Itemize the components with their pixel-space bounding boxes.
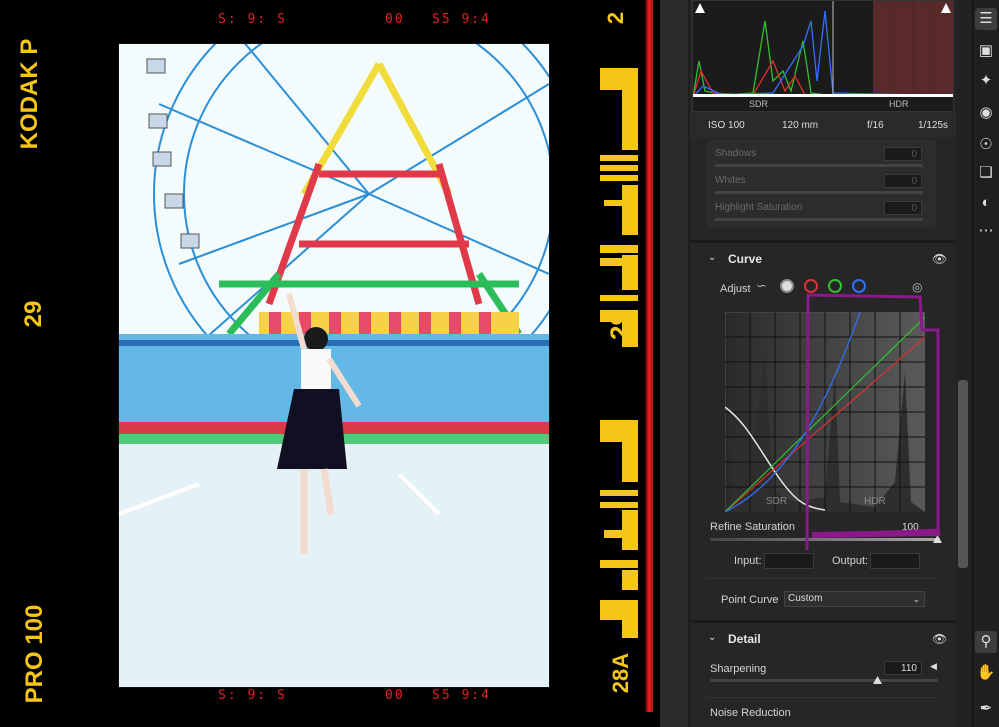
point-curve-label: Point Curve bbox=[721, 594, 779, 606]
crop-icon[interactable]: ▣ bbox=[975, 40, 997, 62]
whites-slider[interactable] bbox=[715, 191, 923, 194]
film-frame-number: 29 bbox=[20, 300, 47, 328]
film-red-code-bottom-2: 00 bbox=[385, 688, 405, 703]
hand-icon[interactable]: ✋ bbox=[975, 662, 997, 684]
film-red-code-bottom-3: S5 9:4 bbox=[432, 688, 491, 703]
histogram-hdr-label: HDR bbox=[889, 99, 909, 109]
divider bbox=[706, 697, 938, 698]
film-corner-number: 2 bbox=[603, 11, 629, 25]
film-red-code-top-1: S: 9: S bbox=[218, 12, 287, 27]
annotation-overlay bbox=[805, 293, 941, 551]
film-edge-barcode bbox=[600, 68, 638, 638]
point-curve-select-value: Custom bbox=[788, 593, 823, 604]
heal-icon[interactable]: ✦ bbox=[975, 70, 997, 92]
histogram-sdr-label: SDR bbox=[749, 99, 769, 109]
exif-row: ISO 100 120 mm f/16 1/125s bbox=[690, 112, 956, 138]
eyedropper-icon[interactable]: ✒ bbox=[975, 698, 997, 720]
sharpening-label: Sharpening bbox=[710, 663, 767, 675]
zoom-icon[interactable]: ⚲ bbox=[975, 631, 997, 653]
divider bbox=[706, 578, 938, 579]
edit-icon[interactable]: ☰ bbox=[975, 8, 997, 30]
point-curve-select[interactable]: Custom ⌄ bbox=[784, 591, 925, 607]
input-label: Input: bbox=[734, 555, 762, 567]
chevron-down-icon: ⌄ bbox=[912, 594, 920, 604]
detail-title[interactable]: Detail bbox=[728, 632, 761, 646]
parametric-curve-icon[interactable]: ∽ bbox=[756, 278, 772, 294]
exif-shutter: 1/125s bbox=[918, 120, 949, 131]
exif-focal: 120 mm bbox=[782, 120, 819, 131]
curve-visibility-eye-icon[interactable]: 👁 bbox=[932, 252, 947, 266]
exif-aperture: f/16 bbox=[867, 120, 884, 131]
shadows-label: Shadows bbox=[715, 148, 757, 159]
canvas-gutter bbox=[660, 0, 688, 727]
whites-label: Whites bbox=[715, 175, 746, 186]
noise-reduction-label: Noise Reduction bbox=[710, 707, 791, 719]
histogram-graph bbox=[693, 1, 953, 97]
more-icon[interactable]: ⋯ bbox=[975, 220, 997, 242]
sharpening-slider[interactable] bbox=[710, 679, 938, 682]
divider bbox=[690, 240, 956, 243]
mask-icon[interactable]: ◉ bbox=[975, 102, 997, 124]
sharpening-reset-icon[interactable]: ◀ bbox=[930, 661, 937, 672]
scrollbar-thumb[interactable] bbox=[958, 380, 968, 568]
detail-collapse-chevron[interactable]: ⌄ bbox=[708, 632, 716, 643]
image-canvas[interactable]: KODAK P 29 PRO 100 2 29 28A S: 9: S 00 S… bbox=[0, 0, 688, 727]
sharpening-value[interactable]: 110 bbox=[884, 661, 922, 675]
whites-value[interactable]: 0 bbox=[884, 174, 922, 188]
input-field[interactable] bbox=[764, 553, 814, 569]
highlight-saturation-slider[interactable] bbox=[715, 218, 923, 221]
output-field[interactable] bbox=[870, 553, 920, 569]
presets-icon[interactable]: ❏ bbox=[975, 162, 997, 184]
film-light-leak bbox=[645, 0, 653, 712]
histogram: SDR HDR bbox=[692, 0, 954, 112]
film-red-code-top-2: 00 bbox=[385, 12, 405, 27]
curve-title[interactable]: Curve bbox=[728, 252, 762, 266]
photo bbox=[118, 43, 550, 688]
detail-visibility-eye-icon[interactable]: 👁 bbox=[932, 632, 947, 646]
highlight-saturation-value[interactable]: 0 bbox=[884, 201, 922, 215]
photo-scene bbox=[119, 44, 549, 687]
highlight-saturation-label: Highlight Saturation bbox=[715, 202, 803, 213]
output-label: Output: bbox=[832, 555, 869, 567]
exif-iso: ISO 100 bbox=[708, 120, 745, 131]
mix-icon[interactable]: ◐ bbox=[975, 192, 997, 214]
film-red-code-top-3: S5 9:4 bbox=[432, 12, 491, 27]
redeye-icon[interactable]: ☉ bbox=[975, 134, 997, 156]
curve-adjust-label: Adjust bbox=[720, 283, 751, 295]
film-red-code-bottom-1: S: 9: S bbox=[218, 688, 287, 703]
divider bbox=[690, 620, 956, 623]
film-brand: KODAK P bbox=[16, 38, 43, 150]
light-sliders: Shadows 0 Whites 0 Highlight Saturation … bbox=[706, 140, 936, 228]
film-stock: PRO 100 bbox=[21, 604, 48, 704]
shadows-slider[interactable] bbox=[715, 164, 923, 167]
curve-collapse-chevron[interactable]: ⌄ bbox=[708, 252, 716, 263]
panel-scrollbar[interactable] bbox=[956, 0, 972, 727]
shadows-value[interactable]: 0 bbox=[884, 147, 922, 161]
